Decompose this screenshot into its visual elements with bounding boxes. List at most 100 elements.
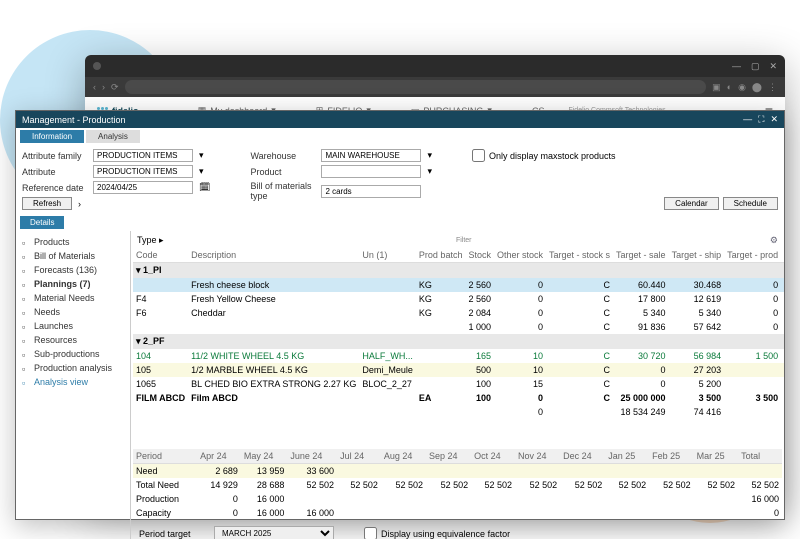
sidebar-item-products[interactable]: ▫Products	[16, 235, 130, 249]
ext-icon[interactable]: ◉	[738, 82, 746, 93]
cell	[188, 405, 359, 419]
calendar-button[interactable]: Calendar	[664, 197, 718, 210]
refresh-button[interactable]: Refresh	[22, 197, 72, 210]
col-header[interactable]: Prod batch	[416, 248, 466, 263]
schedule-button[interactable]: Schedule	[723, 197, 778, 210]
col-header[interactable]: Target - end	[781, 248, 784, 263]
sidebar-item-sub-productions[interactable]: ▫Sub-productions	[16, 347, 130, 361]
warehouse-input[interactable]	[321, 149, 421, 162]
col-header[interactable]: Target - sale	[613, 248, 669, 263]
gear-icon[interactable]: ⚙	[770, 235, 778, 246]
table-row[interactable]: 1051/2 MARBLE WHEEL 4.5 KGDemi_Meule5001…	[133, 363, 784, 377]
lookup-icon[interactable]: ▾	[427, 166, 432, 177]
tab-analysis[interactable]: Analysis	[86, 130, 140, 143]
close-icon[interactable]: ✕	[770, 114, 778, 125]
lookup-icon[interactable]: ▾	[199, 166, 204, 177]
ext-icon[interactable]: ▣	[712, 82, 721, 93]
table-row[interactable]: 10411/2 WHITE WHEEL 4.5 KGHALF_WH...1651…	[133, 349, 784, 363]
table-row[interactable]: 018 534 24974 41624 959 53812 490-24 047…	[133, 405, 784, 419]
bom-type-input[interactable]	[321, 185, 421, 198]
cell	[133, 278, 188, 292]
cell: 15	[494, 377, 546, 391]
main-grid: CodeDescriptionUn (1)Prod batchStockOthe…	[133, 248, 784, 419]
col-header[interactable]: Apr 24	[197, 449, 241, 464]
col-header[interactable]: Other stock	[494, 248, 546, 263]
col-header[interactable]: Un (1)	[359, 248, 416, 263]
type-header[interactable]: Type ▸	[137, 235, 164, 246]
maximize-icon[interactable]: ▢	[751, 61, 760, 72]
sidebar-item-launches[interactable]: ▫Launches	[16, 319, 130, 333]
calendar-icon[interactable]: 🗓	[199, 182, 210, 193]
sidebar-item-plannings-[interactable]: ▫Plannings (7)	[16, 277, 130, 291]
cell	[359, 292, 416, 306]
tab-details[interactable]: Details	[20, 216, 64, 229]
sidebar-item-material-needs[interactable]: ▫Material Needs	[16, 291, 130, 305]
sidebar-item-bill-of-materials[interactable]: ▫Bill of Materials	[16, 249, 130, 263]
cell: 91 836	[613, 320, 669, 334]
sidebar-item-analysis-view[interactable]: ▫Analysis view	[16, 375, 130, 389]
tab-information[interactable]: Information	[20, 130, 84, 143]
cell	[560, 506, 605, 520]
table-row[interactable]: 1065BL CHED BIO EXTRA STRONG 2.27 KGBLOC…	[133, 377, 784, 391]
col-header[interactable]: Feb 25	[649, 449, 693, 464]
group-row[interactable]: ▾ 2_PF	[133, 334, 784, 349]
col-header[interactable]: June 24	[287, 449, 337, 464]
forward-icon[interactable]: ›	[102, 82, 105, 92]
reload-icon[interactable]: ⟳	[111, 82, 119, 93]
cell	[359, 278, 416, 292]
close-icon[interactable]: ✕	[769, 61, 777, 72]
equivalence-checkbox[interactable]	[364, 527, 377, 539]
col-header[interactable]: Period	[133, 449, 197, 464]
table-row[interactable]: Fresh cheese blockKG2 5600C60.44030.4680…	[133, 278, 784, 292]
sidebar-item-production-analysis[interactable]: ▫Production analysis	[16, 361, 130, 375]
table-row[interactable]: FILM ABCDFilm ABCDEA1000C25 000 0003 500…	[133, 391, 784, 405]
sidebar-item-label: Production analysis	[34, 363, 112, 373]
sidebar-item-forecasts-[interactable]: ▫Forecasts (136)	[16, 263, 130, 277]
lookup-icon[interactable]: ▾	[427, 150, 432, 161]
product-input[interactable]	[321, 165, 421, 178]
col-header[interactable]: Dec 24	[560, 449, 605, 464]
lookup-icon[interactable]: ▾	[199, 150, 204, 161]
only-maxstock-checkbox[interactable]	[472, 149, 485, 162]
ext-icon[interactable]: ◐	[727, 82, 732, 93]
col-header[interactable]: Jan 25	[605, 449, 649, 464]
col-header[interactable]: Stock	[465, 248, 494, 263]
back-icon[interactable]: ‹	[93, 82, 96, 92]
col-header[interactable]: Oct 24	[471, 449, 515, 464]
sidebar-item-needs[interactable]: ▫Needs	[16, 305, 130, 319]
sidebar-item-resources[interactable]: ▫Resources	[16, 333, 130, 347]
table-row[interactable]: 1 0000C91 83657 642016 00014 21420 800-1…	[133, 320, 784, 334]
cell: 30 720	[613, 349, 669, 363]
group-row[interactable]: ▾ 1_PI	[133, 263, 784, 279]
col-header[interactable]: Mar 25	[694, 449, 738, 464]
col-header[interactable]: May 24	[241, 449, 287, 464]
minimize-icon[interactable]: —	[732, 61, 741, 72]
minimize-icon[interactable]: —	[743, 114, 752, 125]
reference-date-input[interactable]	[93, 181, 193, 194]
filter-label[interactable]: Filter	[456, 237, 472, 244]
attribute-input[interactable]	[93, 165, 193, 178]
menu-icon[interactable]: ⋮	[768, 82, 777, 93]
col-header[interactable]: Target - ship	[669, 248, 725, 263]
col-header[interactable]: Description	[188, 248, 359, 263]
table-row[interactable]: F6CheddarKG2 0840C5 3405 3400-2 084-2 08…	[133, 306, 784, 320]
col-header[interactable]: Aug 24	[381, 449, 426, 464]
profile-icon[interactable]: ⬤	[752, 82, 762, 93]
col-header[interactable]: Sep 24	[426, 449, 471, 464]
attribute-family-input[interactable]	[93, 149, 193, 162]
col-header[interactable]: Target - stock s	[546, 248, 613, 263]
table-row[interactable]: F4Fresh Yellow CheeseKG2 5600C17 80012 6…	[133, 292, 784, 306]
cell: 10	[494, 349, 546, 363]
chevron-right-icon[interactable]: ›	[78, 199, 81, 209]
col-header[interactable]: Jul 24	[337, 449, 381, 464]
col-header[interactable]: Nov 24	[515, 449, 560, 464]
cell: 16 000	[781, 278, 784, 292]
address-bar[interactable]	[125, 80, 707, 94]
col-header[interactable]: Total	[738, 449, 782, 464]
cell	[381, 506, 426, 520]
cell: Film ABCD	[188, 391, 359, 405]
col-header[interactable]: Code	[133, 248, 188, 263]
cell	[605, 492, 649, 506]
maximize-icon[interactable]: ⛶	[758, 114, 764, 125]
col-header[interactable]: Target - prod	[724, 248, 781, 263]
